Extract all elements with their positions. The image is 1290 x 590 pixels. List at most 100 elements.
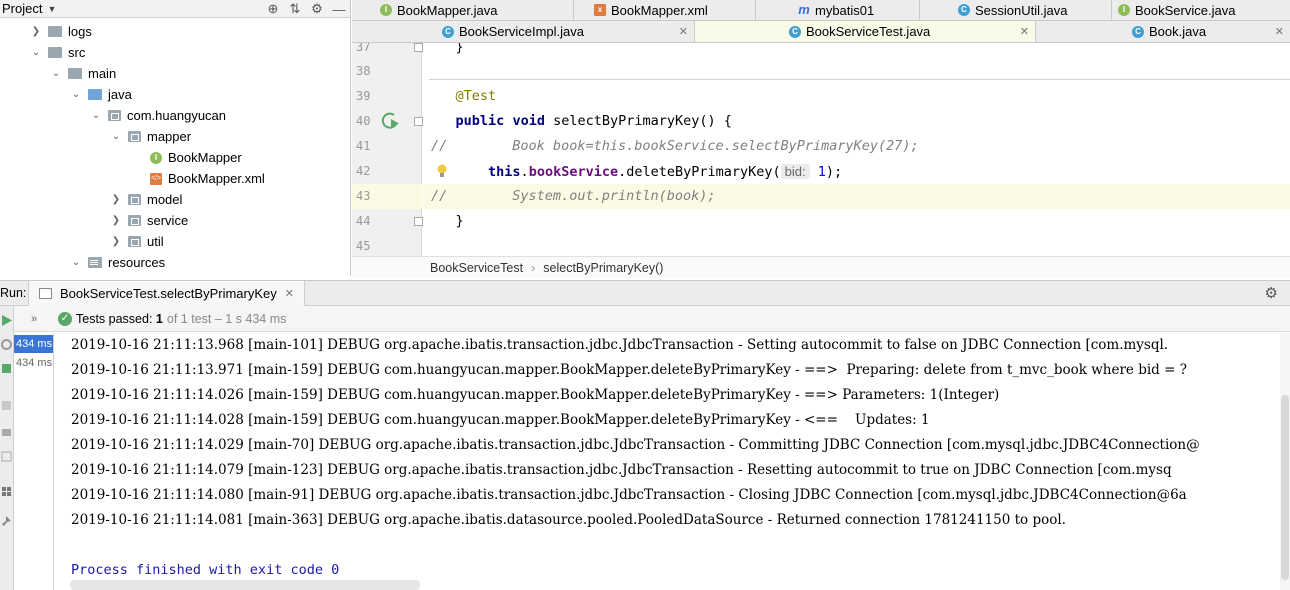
gear-icon[interactable]: ⚙ — [306, 1, 328, 17]
locate-icon[interactable]: ⊕ — [262, 1, 284, 17]
interface-icon: I — [380, 4, 392, 16]
tree-item-label: logs — [68, 24, 92, 39]
line-number: 43 — [352, 184, 422, 209]
maven-icon: m — [798, 2, 810, 17]
tree-item-mapper[interactable]: ⌄ mapper — [110, 126, 191, 147]
chevron-right-icon[interactable]: ❯ — [110, 236, 122, 247]
status-prefix: Tests passed: — [76, 311, 153, 326]
close-icon[interactable]: ✕ — [285, 287, 294, 300]
code-line-39: @Test — [423, 84, 1290, 109]
tab-mybatis01[interactable]: m mybatis01 — [792, 0, 920, 20]
package-icon — [128, 194, 141, 205]
close-icon[interactable]: ✕ — [679, 25, 688, 38]
fold-marker-icon[interactable] — [414, 43, 423, 52]
toggle-auto-test-icon[interactable] — [1, 363, 12, 374]
vertical-scrollbar[interactable] — [1280, 333, 1290, 590]
gear-icon[interactable]: ⚙ — [1265, 284, 1278, 302]
hide-icon[interactable]: — — [328, 2, 350, 17]
tab-bookserviceimpl-java[interactable]: C BookServiceImpl.java ✕ — [352, 21, 695, 42]
run-label: Run: — [0, 286, 27, 300]
field-token: bookService — [528, 164, 619, 180]
rerun-icon[interactable] — [1, 315, 12, 326]
tab-label: BookServiceImpl.java — [459, 24, 584, 39]
console-line: 2019-10-16 21:11:14.029 [main-70] DEBUG … — [71, 437, 1200, 453]
console-output[interactable]: 2019-10-16 21:11:13.968 [main-101] DEBUG… — [55, 333, 1280, 590]
chevron-down-icon[interactable]: ⌄ — [90, 110, 102, 121]
breadcrumb-class[interactable]: BookServiceTest — [430, 261, 523, 275]
rerun-failed-icon[interactable] — [1, 339, 12, 350]
chevron-right-icon[interactable]: ❯ — [30, 26, 42, 37]
tree-item-util[interactable]: ❯ util — [110, 231, 164, 252]
code-line-42: this.bookService.deleteByPrimaryKey(bid:… — [488, 164, 843, 180]
expand-icon[interactable]: » — [14, 313, 54, 325]
tree-item-label: com.huangyucan — [127, 108, 227, 123]
tree-item-bookmapper-xml[interactable]: </> BookMapper.xml — [150, 168, 265, 189]
run-tab-title: BookServiceTest.selectByPrimaryKey — [60, 286, 277, 301]
tab-label: BookMapper.xml — [611, 2, 708, 18]
tab-bookmapper-xml[interactable]: x BookMapper.xml — [588, 0, 756, 20]
tree-item-main[interactable]: ⌄ main — [50, 63, 116, 84]
tree-item-model[interactable]: ❯ model — [110, 189, 183, 210]
class-icon: C — [1132, 25, 1144, 38]
tree-item-java[interactable]: ⌄ java — [70, 84, 132, 105]
code-line-40: public void selectByPrimaryKey() { — [423, 109, 1290, 134]
layout-icon[interactable] — [1, 486, 12, 497]
tab-bookmapper-java[interactable]: I BookMapper.java — [374, 0, 574, 20]
code-line-43: // System.out.println(book); — [423, 184, 1290, 209]
run-side-toolbar — [0, 306, 14, 590]
number-token: 1 — [817, 164, 826, 180]
pin-icon[interactable] — [1, 516, 12, 527]
status-count: 1 — [155, 311, 163, 326]
test-duration[interactable]: 434 ms — [14, 354, 53, 372]
collapse-icon[interactable]: ⇅ — [284, 1, 306, 17]
close-icon[interactable]: ✕ — [1275, 25, 1284, 38]
test-duration-selected[interactable]: 434 ms — [14, 335, 53, 353]
editor-tabs-row-2: C BookServiceImpl.java ✕ C BookServiceTe… — [352, 21, 1290, 43]
run-tab[interactable]: BookServiceTest.selectByPrimaryKey ✕ — [28, 281, 305, 306]
tab-label: mybatis01 — [815, 2, 875, 18]
fold-marker-icon[interactable] — [414, 117, 423, 126]
close-icon[interactable]: ✕ — [1020, 25, 1029, 38]
test-config-icon — [39, 288, 52, 299]
chevron-down-icon[interactable]: ▼ — [47, 4, 56, 14]
tree-item-package[interactable]: ⌄ com.huangyucan — [90, 105, 226, 126]
tree-item-service[interactable]: ❯ service — [110, 210, 188, 231]
package-icon — [128, 236, 141, 247]
tab-bookservicetest-java[interactable]: C BookServiceTest.java ✕ — [695, 21, 1036, 42]
tree-item-logs[interactable]: ❯ logs — [30, 21, 92, 42]
fold-marker-icon[interactable] — [414, 217, 423, 226]
chevron-down-icon[interactable]: ⌄ — [110, 131, 122, 142]
tree-item-bookmapper[interactable]: I BookMapper — [150, 147, 242, 168]
tab-book-java[interactable]: C Book.java ✕ — [1036, 21, 1290, 42]
project-title[interactable]: Project — [2, 1, 42, 16]
tab-sessionutil-java[interactable]: C SessionUtil.java — [952, 0, 1112, 20]
run-test-icon[interactable] — [380, 111, 402, 131]
editor-gutter: 37 38 39 40 41 42 43 44 45 — [352, 43, 447, 256]
chevron-down-icon[interactable]: ⌄ — [50, 68, 62, 79]
chevron-down-icon[interactable]: ⌄ — [30, 47, 42, 58]
interface-icon: I — [150, 151, 162, 164]
xml-file-icon: </> — [150, 172, 162, 185]
chevron-down-icon[interactable]: ⌄ — [70, 89, 82, 100]
code-editor[interactable]: 37 38 39 40 41 42 43 44 45 } @Test publi… — [352, 43, 1290, 256]
interface-icon: I — [1118, 4, 1130, 16]
source-folder-icon — [88, 89, 102, 100]
status-detail: of 1 test – 1 s 434 ms — [166, 311, 287, 326]
scrollbar-thumb[interactable] — [1281, 395, 1289, 580]
xml-file-icon: x — [594, 4, 606, 16]
stop-icon[interactable] — [1, 400, 12, 411]
tree-item-src[interactable]: ⌄ src — [30, 42, 86, 63]
export-icon[interactable] — [1, 451, 12, 462]
camera-icon[interactable] — [1, 426, 12, 437]
horizontal-scrollbar[interactable] — [70, 580, 420, 590]
chevron-down-icon[interactable]: ⌄ — [70, 257, 82, 268]
chevron-right-icon[interactable]: ❯ — [110, 215, 122, 226]
breadcrumb-method[interactable]: selectByPrimaryKey() — [543, 261, 663, 275]
line-number: 37 — [356, 43, 371, 54]
tab-bookservice-java[interactable]: I BookService.java — [1112, 0, 1290, 20]
tree-item-resources[interactable]: ⌄ resources — [70, 252, 165, 273]
chevron-right-icon[interactable]: ❯ — [110, 194, 122, 205]
tree-item-label: java — [108, 87, 132, 102]
editor-tabs-row-1: I BookMapper.java x BookMapper.xml m myb… — [352, 0, 1290, 21]
tree-item-label: main — [88, 66, 117, 81]
